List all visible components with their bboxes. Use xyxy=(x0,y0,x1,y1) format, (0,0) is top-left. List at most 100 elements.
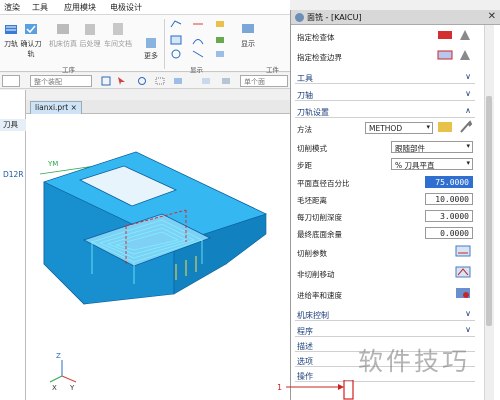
chevron-down-icon: ▾ xyxy=(466,142,470,150)
toolpath-icon xyxy=(5,25,17,34)
verify-toolpath-button[interactable]: 确认刀轨 xyxy=(18,21,44,59)
show-icon xyxy=(242,24,254,33)
chevron-down-icon: ∨ xyxy=(465,309,471,318)
non-cutting-moves-icon[interactable] xyxy=(455,265,471,279)
shop-doc-button[interactable]: 车间文档 xyxy=(104,21,132,49)
graphics-window[interactable]: YM Z Y X xyxy=(26,114,290,400)
triad-x-label: X xyxy=(52,384,57,392)
wrench-icon[interactable] xyxy=(457,120,473,134)
view-icon[interactable] xyxy=(172,76,184,86)
tool-name-cell[interactable]: D12R xyxy=(3,170,24,179)
show-button[interactable]: 显示 xyxy=(236,21,260,49)
check-boundary-label: 指定检查边界 xyxy=(297,53,342,62)
more-button[interactable]: 更多 xyxy=(140,37,162,61)
gear-icon xyxy=(295,13,304,22)
display-check-body-icon[interactable] xyxy=(457,28,473,42)
scope-dropdown[interactable]: 整个装配 xyxy=(30,75,92,87)
depth-per-cut-input[interactable]: 3.0000 xyxy=(425,210,473,222)
close-icon[interactable]: ✕ xyxy=(488,11,496,22)
dialog-scrollbar-thumb[interactable] xyxy=(486,96,492,326)
filter-dropdown[interactable] xyxy=(2,75,20,87)
non-cutting-moves-label: 非切削移动 xyxy=(297,270,335,279)
chevron-up-icon: ∧ xyxy=(465,106,471,115)
menu-bar: 渲染 工具 应用模块 电极设计 xyxy=(0,0,290,15)
menu-application[interactable]: 应用模块 xyxy=(64,2,96,13)
select-check-boundary-icon[interactable] xyxy=(437,48,453,62)
chevron-down-icon: ▾ xyxy=(426,123,430,131)
chevron-down-icon: ▾ xyxy=(466,159,470,167)
postprocess-icon xyxy=(85,24,95,35)
verify-toolpath-icon xyxy=(25,24,37,34)
display-icon-2[interactable] xyxy=(170,35,182,45)
method-label: 方法 xyxy=(297,125,312,134)
annotation-arrow xyxy=(286,380,354,400)
triad-y-label: Y xyxy=(69,384,75,392)
shade-icon[interactable] xyxy=(200,76,212,86)
ribbon: 刀轨 确认刀轨 机床仿真 后处理 车间文档 更多 显示 工序 显示 工件 xyxy=(0,15,290,74)
cut-mode-select[interactable]: 跟随部件 ▾ xyxy=(391,141,473,153)
display-icon-8[interactable] xyxy=(214,35,226,45)
section-tool[interactable]: 工具 ∨ xyxy=(295,71,475,84)
final-floor-stock-input[interactable]: 0.0000 xyxy=(425,227,473,239)
param-label: 每刀切削深度 xyxy=(297,213,342,222)
section-tool-axis[interactable]: 刀轴 ∨ xyxy=(295,88,475,101)
select-icon[interactable] xyxy=(116,76,128,86)
cutting-parameters-label: 切削参数 xyxy=(297,249,327,258)
view-triad: Z Y X xyxy=(49,352,77,392)
section-machine-control[interactable]: 机床控制 ∨ xyxy=(295,308,475,321)
display-icon-7[interactable] xyxy=(214,19,226,29)
shop-doc-icon xyxy=(113,23,123,35)
param-label: 毛坯距离 xyxy=(297,196,327,205)
menu-electrode-design[interactable]: 电极设计 xyxy=(110,2,142,13)
display-icon-4[interactable] xyxy=(192,19,204,29)
box-select-icon[interactable] xyxy=(154,76,166,86)
stepover-label: 步距 xyxy=(297,161,312,170)
face-filter-dropdown[interactable]: 单个面 xyxy=(240,75,288,87)
section-program[interactable]: 程序 ∨ xyxy=(295,324,475,337)
method-select[interactable]: METHOD ▾ xyxy=(365,122,433,134)
check-body-label: 指定检查体 xyxy=(297,33,335,42)
chevron-down-icon: ∨ xyxy=(465,72,471,81)
menu-tools[interactable]: 工具 xyxy=(32,2,48,13)
tab-part-file[interactable]: lianxi.prt × xyxy=(30,101,82,114)
selection-toolbar: 整个装配 单个面 xyxy=(0,73,290,89)
display-check-boundary-icon[interactable] xyxy=(457,48,473,62)
graphics-tab-bar: lianxi.prt × xyxy=(26,100,290,114)
ribbon-separator xyxy=(164,19,165,69)
watermark: 软件技巧 xyxy=(358,347,471,376)
postprocess-button[interactable]: 后处理 xyxy=(78,21,102,49)
triad-z-label: Z xyxy=(56,352,61,360)
rotate-icon[interactable] xyxy=(136,76,148,86)
navigator-column-header[interactable]: 刀具 xyxy=(0,119,26,131)
annotation-number: 1 xyxy=(277,383,283,392)
display-icon-3[interactable] xyxy=(170,49,182,59)
cut-mode-label: 切削模式 xyxy=(297,144,327,153)
feeds-speeds-label: 进给率和速度 xyxy=(297,291,342,300)
display-icon-6[interactable] xyxy=(192,49,204,59)
section-toolpath-settings[interactable]: 刀轨设置 ∧ xyxy=(295,105,475,118)
edit-method-icon[interactable] xyxy=(437,120,453,134)
model-view: YM Z Y X xyxy=(39,151,267,392)
select-check-body-icon[interactable] xyxy=(437,28,453,42)
machine-sim-button[interactable]: 机床仿真 xyxy=(48,21,78,49)
param-label: 最终底面余量 xyxy=(297,230,342,239)
layer-icon[interactable] xyxy=(220,76,232,86)
diameter-percent-input[interactable]: 75.0000 xyxy=(425,176,473,188)
menu-render[interactable]: 渲染 xyxy=(4,2,20,13)
param-label: 平面直径百分比 xyxy=(297,179,350,188)
dialog-title-bar[interactable]: 面铣 - [KAICU] ✕ xyxy=(291,10,500,25)
snap-icon[interactable] xyxy=(100,76,112,86)
blank-distance-input[interactable]: 10.0000 xyxy=(425,193,473,205)
wcs-label: YM xyxy=(47,160,58,168)
feeds-speeds-icon[interactable] xyxy=(455,286,471,300)
display-icon-5[interactable] xyxy=(192,35,204,45)
dialog-title: 面铣 - [KAICU] xyxy=(307,13,362,22)
cutting-parameters-icon[interactable] xyxy=(455,244,471,258)
display-icon-9[interactable] xyxy=(214,49,226,59)
stepover-select[interactable]: % 刀具平直 ▾ xyxy=(391,158,473,170)
display-icon-1[interactable] xyxy=(170,19,182,29)
more-icon xyxy=(146,38,156,48)
chevron-down-icon: ∨ xyxy=(465,89,471,98)
chevron-down-icon: ∨ xyxy=(465,325,471,334)
operation-navigator: 刀具 D12R xyxy=(0,90,26,400)
